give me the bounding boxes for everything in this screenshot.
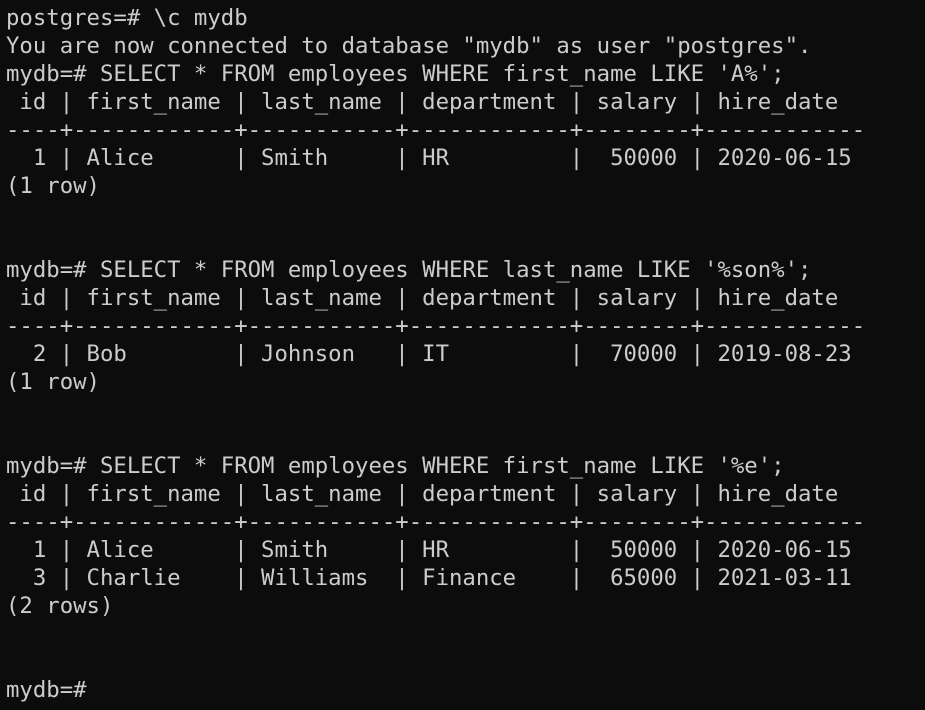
- table-row: 3 | Charlie | Williams | Finance | 65000…: [6, 565, 852, 591]
- row-count: (2 rows): [6, 593, 114, 619]
- table-header: id | first_name | last_name | department…: [6, 89, 839, 115]
- row-count: (1 row): [6, 369, 100, 395]
- query-line: mydb=# SELECT * FROM employees WHERE fir…: [6, 61, 785, 87]
- terminal-window[interactable]: postgres=# \c mydb You are now connected…: [0, 0, 925, 710]
- command-line: postgres=# \c mydb: [6, 5, 248, 31]
- table-row: 1 | Alice | Smith | HR | 50000 | 2020-06…: [6, 145, 852, 171]
- query-line: mydb=# SELECT * FROM employees WHERE fir…: [6, 453, 785, 479]
- query-line: mydb=# SELECT * FROM employees WHERE las…: [6, 257, 812, 283]
- table-header: id | first_name | last_name | department…: [6, 285, 839, 311]
- table-row: 1 | Alice | Smith | HR | 50000 | 2020-06…: [6, 537, 852, 563]
- table-separator: ----+------------+-----------+----------…: [6, 117, 866, 143]
- table-row: 2 | Bob | Johnson | IT | 70000 | 2019-08…: [6, 341, 852, 367]
- table-separator: ----+------------+-----------+----------…: [6, 313, 866, 339]
- table-header: id | first_name | last_name | department…: [6, 481, 839, 507]
- table-separator: ----+------------+-----------+----------…: [6, 509, 866, 535]
- prompt-line[interactable]: mydb=#: [6, 676, 925, 704]
- connection-message: You are now connected to database "mydb"…: [6, 33, 812, 59]
- row-count: (1 row): [6, 173, 100, 199]
